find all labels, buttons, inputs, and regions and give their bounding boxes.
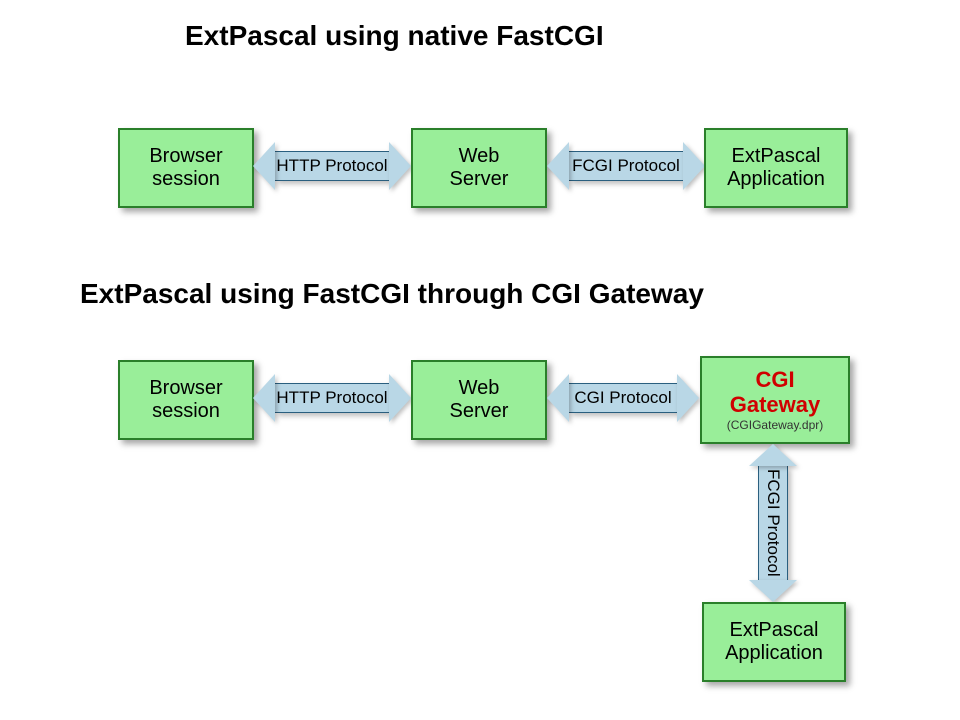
arrow-head-down-icon xyxy=(749,580,797,602)
d2-conn-http: HTTP Protocol xyxy=(253,374,411,422)
arrow-head-up-icon xyxy=(749,444,797,466)
d2-node-browser-l2: session xyxy=(152,400,220,423)
d2-conn-http-label: HTTP Protocol xyxy=(275,383,389,413)
d1-conn-fcgi: FCGI Protocol xyxy=(547,142,705,190)
d2-conn-cgi: CGI Protocol xyxy=(547,374,699,422)
d2-node-gateway-l1: CGI xyxy=(755,367,794,392)
arrow-head-left-icon xyxy=(547,142,569,190)
arrow-head-right-icon xyxy=(677,374,699,422)
d1-node-web-l1: Web xyxy=(459,145,500,168)
arrow-head-left-icon xyxy=(253,374,275,422)
d1-node-web-l2: Server xyxy=(450,168,509,191)
arrow-head-right-icon xyxy=(389,374,411,422)
d2-conn-fcgi-label: FCGI Protocol xyxy=(763,469,783,577)
d2-node-browser: Browser session xyxy=(118,360,254,440)
diagram-canvas: ExtPascal using native FastCGI Browser s… xyxy=(0,0,960,720)
d1-node-web: Web Server xyxy=(411,128,547,208)
arrow-head-right-icon xyxy=(683,142,705,190)
arrow-head-left-icon xyxy=(253,142,275,190)
d2-conn-cgi-label: CGI Protocol xyxy=(569,383,677,413)
d2-node-app-l2: Application xyxy=(725,642,823,665)
d2-node-browser-l1: Browser xyxy=(149,377,222,400)
d2-conn-fcgi: FCGI Protocol xyxy=(749,444,797,602)
d2-node-web-l2: Server xyxy=(450,400,509,423)
d1-conn-http: HTTP Protocol xyxy=(253,142,411,190)
d2-node-app-l1: ExtPascal xyxy=(730,619,819,642)
d1-node-app-l2: Application xyxy=(727,168,825,191)
d1-node-app: ExtPascal Application xyxy=(704,128,848,208)
d2-node-web-l1: Web xyxy=(459,377,500,400)
d1-node-app-l1: ExtPascal xyxy=(732,145,821,168)
d1-conn-fcgi-label: FCGI Protocol xyxy=(569,151,683,181)
d1-conn-http-label: HTTP Protocol xyxy=(275,151,389,181)
diagram1-title: ExtPascal using native FastCGI xyxy=(185,20,604,52)
d1-node-browser: Browser session xyxy=(118,128,254,208)
arrow-head-right-icon xyxy=(389,142,411,190)
d2-node-app: ExtPascal Application xyxy=(702,602,846,682)
arrow-head-left-icon xyxy=(547,374,569,422)
d2-node-web: Web Server xyxy=(411,360,547,440)
diagram2-title: ExtPascal using FastCGI through CGI Gate… xyxy=(80,278,704,310)
d2-node-gateway-sub: (CGIGateway.dpr) xyxy=(727,419,823,433)
d1-node-browser-l2: session xyxy=(152,168,220,191)
d2-node-gateway: CGI Gateway (CGIGateway.dpr) xyxy=(700,356,850,444)
d1-node-browser-l1: Browser xyxy=(149,145,222,168)
d2-node-gateway-l2: Gateway xyxy=(730,392,821,417)
